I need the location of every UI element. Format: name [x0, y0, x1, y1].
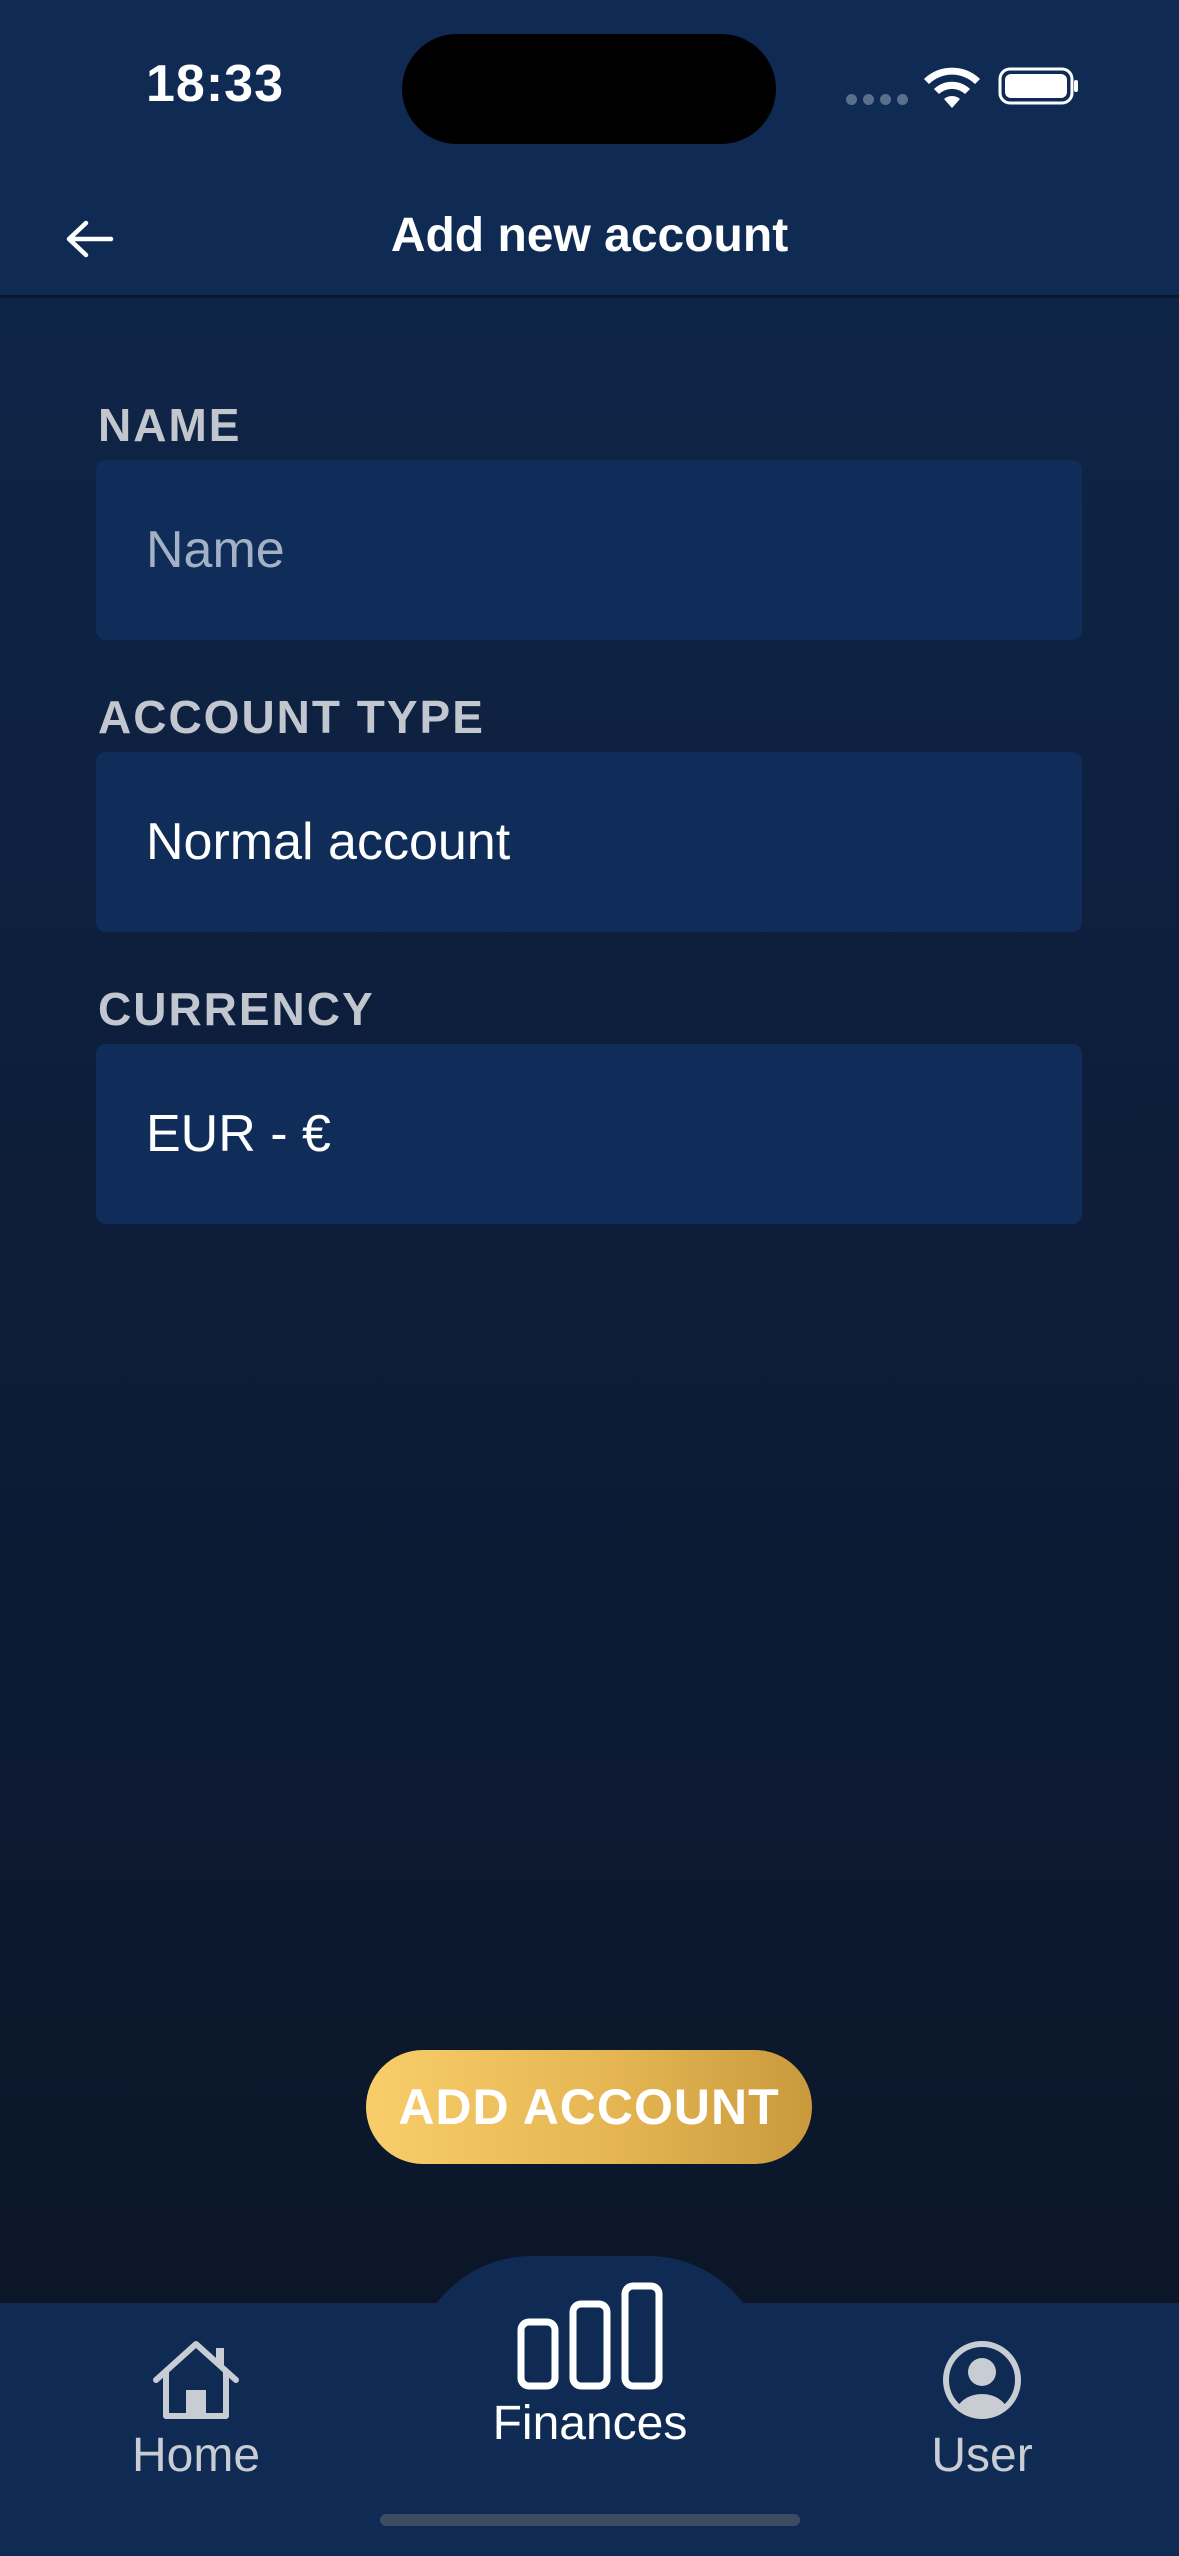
tab-user[interactable]: User [882, 2338, 1082, 2483]
nav-header: Add new account [0, 180, 1179, 298]
home-icon [153, 2341, 239, 2419]
tab-finances-label: Finances [492, 2397, 688, 2450]
currency-label: CURRENCY [98, 983, 375, 1035]
tab-home-label: Home [131, 2429, 261, 2482]
user-icon [943, 2341, 1021, 2419]
name-label: NAME [98, 399, 242, 451]
battery-icon [998, 67, 1078, 105]
currency-select[interactable]: EUR - € [96, 1044, 1082, 1224]
page-title: Add new account [390, 209, 789, 262]
name-field[interactable] [96, 460, 1082, 640]
account-type-select[interactable]: Normal account [96, 752, 1082, 932]
add-account-button[interactable]: ADD ACCOUNT [366, 2050, 812, 2164]
status-bar: 18:33 [0, 0, 1179, 180]
account-type-label: ACCOUNT TYPE [98, 691, 485, 743]
name-input[interactable] [146, 520, 1082, 580]
bar-chart-icon [517, 2282, 663, 2390]
dynamic-island [402, 34, 776, 144]
tab-home[interactable]: Home [96, 2338, 296, 2483]
home-indicator [380, 2514, 800, 2526]
tab-finances[interactable]: Finances [470, 2282, 710, 2451]
status-time: 18:33 [146, 55, 284, 113]
screen: 18:33 Add new account NAME ACCOUNT TYPE [0, 0, 1179, 2556]
cellular-signal-icon [846, 94, 908, 105]
account-type-value: Normal account [146, 813, 511, 871]
wifi-icon [924, 67, 980, 108]
tab-user-label: User [931, 2429, 1033, 2482]
currency-value: EUR - € [146, 1105, 331, 1163]
